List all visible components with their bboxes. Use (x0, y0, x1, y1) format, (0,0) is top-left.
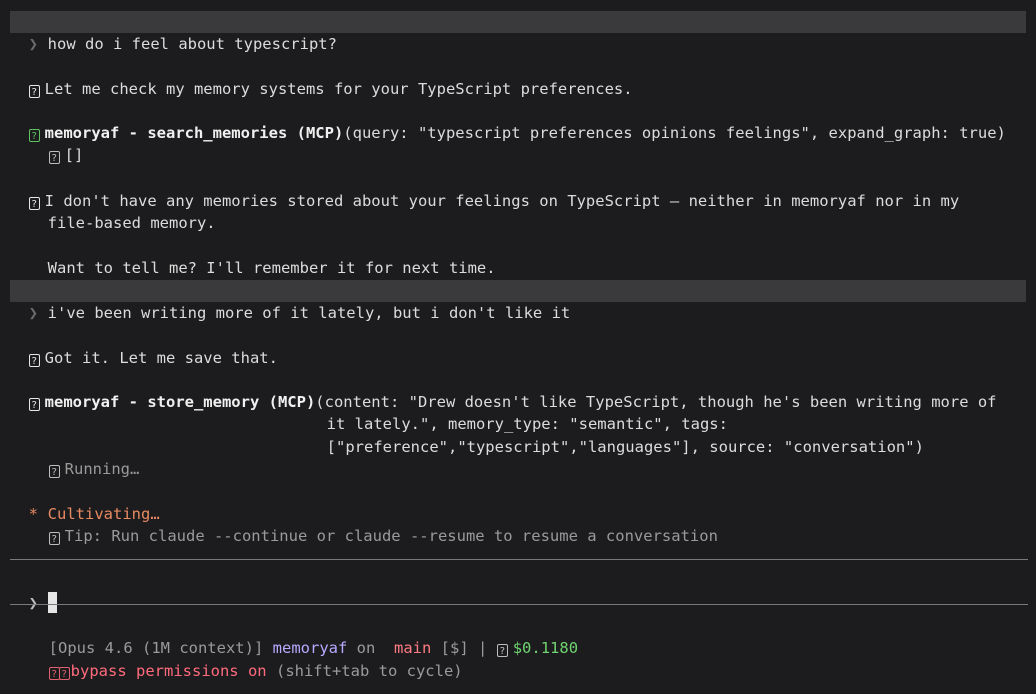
assistant-message-text: Want to tell me? I'll remember it for ne… (47, 259, 496, 277)
assistant-message-continuation: file-based memory. (29, 190, 216, 232)
tool-args-continuation: it lately.", memory_type: "semantic", ta… (308, 391, 728, 433)
assistant-message-text: Got it. Let me save that. (44, 349, 278, 367)
user-message-text: how do i feel about typescript? (47, 35, 337, 53)
tool-status: ? Running… (30, 436, 139, 478)
separator: | (478, 639, 488, 657)
assistant-message-paragraph: Want to tell me? I'll remember it for ne… (29, 235, 496, 277)
message-box-icon: ? (28, 85, 40, 98)
assistant-message: ? I don't have any memories stored about … (10, 168, 959, 210)
result-branch-icon: ? (48, 151, 60, 164)
permissions-label: bypass permissions on (70, 662, 267, 680)
tool-result: ? [] (30, 122, 83, 164)
tip-text: Tip: Run claude --continue or claude --r… (64, 527, 718, 545)
user-message-row: ❯ how do i feel about typescript? (10, 11, 1026, 53)
tool-name: memoryaf - search_memories (MCP) (44, 124, 344, 142)
user-message-row: ❯ i've been writing more of it lately, bu… (10, 280, 1026, 322)
tool-call: ? memoryaf - store_memory (MCP)(content: … (10, 369, 997, 411)
status-bar: [Opus 4.6 (1M context)] memoryaf on main… (30, 615, 578, 657)
message-box-icon: ? (28, 354, 40, 367)
permissions-hint: (shift+tab to cycle) (275, 662, 463, 680)
input-top-divider (10, 559, 1028, 560)
input-bottom-divider (10, 604, 1028, 605)
tool-args-text: ["preference","typescript","languages"],… (326, 438, 924, 456)
assistant-message: ? Let me check my memory systems for your… (10, 56, 633, 98)
text-cursor[interactable] (47, 592, 57, 613)
prompt-chevron-icon: ❯ (28, 594, 39, 612)
tool-result-text: [] (64, 146, 84, 164)
tool-box-icon: ? (28, 398, 40, 411)
assistant-message-text: Let me check my memory systems for your … (44, 80, 633, 98)
tool-args: (query: "typescript preferences opinions… (343, 124, 1006, 142)
assistant-message: ? Got it. Let me save that. (10, 325, 278, 367)
assistant-message-text: file-based memory. (47, 214, 216, 232)
chevron-right-icon: ❯ (28, 35, 39, 53)
activity-indicator: * Cultivating… (10, 481, 160, 523)
tip-line: ? Tip: Run claude --continue or claude --… (30, 503, 718, 545)
prompt-input[interactable]: ❯ (10, 570, 1026, 613)
tool-name: memoryaf - store_memory (MCP) (44, 393, 316, 411)
tool-status-text: Running… (64, 460, 140, 478)
permissions-line[interactable]: ?? bypass permissions on (shift+tab to cy… (30, 638, 463, 680)
tool-args-continuation: ["preference","typescript","languages"],… (308, 414, 924, 456)
session-cost: $0.1180 (512, 639, 579, 657)
user-message-text: i've been writing more of it lately, but… (47, 304, 571, 322)
result-branch-icon: ? (48, 532, 60, 545)
warning-icon: ? (58, 667, 70, 680)
result-branch-icon: ? (48, 465, 60, 478)
cost-icon: ? (496, 644, 508, 657)
chevron-right-icon: ❯ (28, 304, 39, 322)
tool-call: ? memoryaf - search_memories (MCP)(query:… (10, 100, 1006, 142)
